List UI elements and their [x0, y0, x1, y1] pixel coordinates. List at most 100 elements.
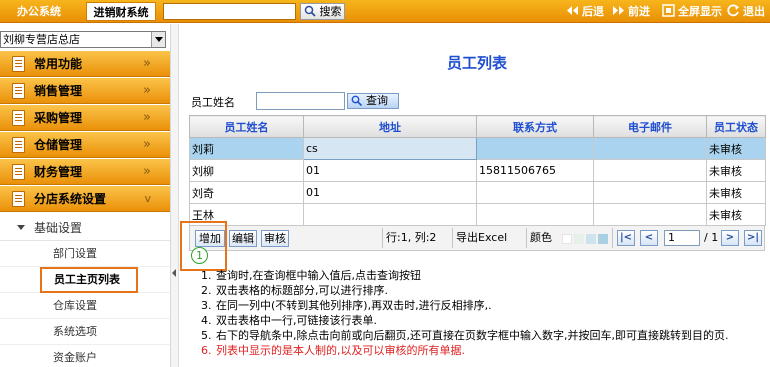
sidebar-item-sales[interactable]: 销售管理 » [0, 78, 170, 104]
export-excel-button[interactable]: 导出Excel [456, 226, 507, 250]
toolbar-divider [526, 228, 527, 248]
table-cell[interactable] [593, 159, 707, 182]
color-swatch-white[interactable] [562, 234, 572, 244]
sidebar-item-purchase[interactable]: 采购管理 » [0, 105, 170, 131]
table-cell[interactable] [593, 181, 707, 204]
sidebar-item-common[interactable]: 常用功能 » [0, 51, 170, 77]
fullscreen-label: 全屏显示 [678, 5, 722, 18]
help-note: 4. 双击表格中一行,可链接该行表单. [201, 314, 377, 327]
help-notes: 1. 查询时,在查询框中输入值后,点击查询按钮 2. 双击表格的标题部分,可以进行排… [201, 268, 766, 358]
pager-prev-button[interactable]: < [640, 230, 658, 246]
chevron-down-icon: v [144, 192, 151, 205]
sidebar-item-finance[interactable]: 财务管理 » [0, 159, 170, 185]
search-input[interactable] [163, 3, 296, 20]
store-select[interactable]: 刘柳专营店总店 [0, 31, 166, 48]
table-cell[interactable]: 刘莉 [189, 137, 304, 160]
query-button[interactable]: 查询 [347, 93, 399, 109]
dropdown-arrow-icon[interactable] [151, 32, 165, 47]
employee-name-label: 员工姓名 [191, 96, 235, 109]
help-note: 1. 查询时,在查询框中输入值后,点击查询按钮 [201, 269, 421, 282]
table-cell[interactable]: 刘柳 [189, 159, 304, 182]
table-cell[interactable] [476, 137, 594, 160]
table-row[interactable]: 刘奇 01 未审核 [189, 181, 766, 204]
column-header-address[interactable]: 地址 [303, 115, 477, 138]
exit-button[interactable]: 退出 [727, 3, 765, 20]
collapse-left-icon [172, 269, 176, 277]
column-header-contact[interactable]: 联系方式 [476, 115, 594, 138]
query-button-label: 查询 [366, 94, 388, 107]
forward-label: 前进 [628, 5, 650, 18]
sidebar-item-branch-settings[interactable]: 分店系统设置 v [0, 186, 170, 212]
employee-table: 员工姓名 地址 联系方式 电子邮件 员工状态 刘莉 cs 未审核 刘柳 01 1… [189, 115, 766, 226]
table-cell[interactable]: 刘奇 [189, 181, 304, 204]
color-swatch-blue[interactable] [598, 234, 608, 244]
table-row[interactable]: 刘柳 01 15811506765 未审核 [189, 159, 766, 182]
pager-last-button[interactable]: >| [744, 230, 762, 246]
sidebar-collapse-handle[interactable] [171, 24, 179, 367]
sidebar-subitem-warehouse[interactable]: 仓库设置 [0, 293, 170, 319]
table-cell[interactable]: 未审核 [706, 203, 766, 226]
document-icon [12, 83, 25, 99]
table-cell[interactable]: 未审核 [706, 159, 766, 182]
table-cell[interactable] [303, 203, 477, 226]
sidebar-subitem-system-options[interactable]: 系统选项 [0, 319, 170, 345]
column-header-email[interactable]: 电子邮件 [593, 115, 707, 138]
page-title: 员工列表 [446, 54, 507, 72]
document-icon [12, 110, 25, 126]
sidebar-subitem-employee-list[interactable]: 员工主页列表 [40, 267, 138, 293]
back-button[interactable]: 后退 [566, 3, 604, 20]
help-note: 3. 在同一列中(不转到其他列排序),再双击时,进行反相排序,. [201, 299, 492, 312]
audit-button[interactable]: 审核 [261, 230, 289, 247]
sidebar-item-label: 仓储管理 [34, 138, 83, 152]
table-cell[interactable]: 01 [303, 181, 477, 204]
table-cell[interactable] [593, 203, 707, 226]
tab-sales-finance-system[interactable]: 进销财系统 [86, 2, 156, 21]
help-note: 5. 右下的导航条中,除点击向前或向后翻页,还可直接在页数字框中输入数字,并按回车… [201, 329, 729, 342]
toolbar-divider [382, 228, 383, 248]
sidebar-item-label: 销售管理 [34, 84, 83, 98]
table-cell[interactable]: 未审核 [706, 181, 766, 204]
document-icon [12, 56, 25, 72]
chevron-right-icon: » [143, 137, 151, 152]
table-cell[interactable]: 未审核 [706, 137, 766, 160]
tab-office-system[interactable]: 办公系统 [0, 2, 78, 21]
sidebar-group-basic-settings[interactable]: 基础设置 [0, 215, 170, 241]
table-cell[interactable] [476, 203, 594, 226]
edit-button[interactable]: 编辑 [229, 230, 257, 247]
table-cell[interactable] [593, 137, 707, 160]
employee-name-input[interactable] [256, 92, 345, 110]
table-header-row: 员工姓名 地址 联系方式 电子邮件 员工状态 [189, 115, 766, 138]
sidebar-subitem-fund-account[interactable]: 资金账户 [0, 345, 170, 367]
chevron-right-icon: » [143, 56, 151, 71]
pager-next-button[interactable]: > [721, 230, 739, 246]
sidebar-item-label: 财务管理 [34, 165, 83, 179]
exit-icon [727, 4, 739, 17]
search-button[interactable]: 搜索 [300, 3, 345, 20]
pager-first-button[interactable]: |< [617, 230, 635, 246]
forward-button[interactable]: 前进 [612, 3, 650, 20]
sidebar-item-warehouse[interactable]: 仓储管理 » [0, 132, 170, 158]
color-label: 颜色 [530, 231, 552, 244]
sidebar-subitem-department[interactable]: 部门设置 [0, 241, 170, 267]
document-icon [12, 191, 25, 207]
fullscreen-icon [662, 4, 675, 17]
toolbar-divider [612, 228, 613, 248]
table-row[interactable]: 王林 未审核 [189, 203, 766, 226]
add-button-highlight [180, 221, 227, 271]
table-cell[interactable]: 15811506765 [476, 159, 594, 182]
color-swatch-green[interactable] [574, 234, 584, 244]
table-cell[interactable] [476, 181, 594, 204]
sidebar-item-label: 常用功能 [34, 57, 83, 71]
page-number-input[interactable]: 1 [664, 230, 700, 246]
table-cell[interactable]: cs [303, 137, 477, 160]
color-swatch-lightblue[interactable] [586, 234, 596, 244]
sidebar-item-label: 采购管理 [34, 111, 83, 125]
toolbar-divider [452, 228, 453, 248]
column-header-status[interactable]: 员工状态 [706, 115, 766, 138]
forward-icon [613, 6, 624, 15]
table-cell[interactable]: 01 [303, 159, 477, 182]
column-header-name[interactable]: 员工姓名 [189, 115, 304, 138]
help-note: 2. 双击表格的标题部分,可以进行排序. [201, 284, 388, 297]
table-row[interactable]: 刘莉 cs 未审核 [189, 137, 766, 160]
fullscreen-button[interactable]: 全屏显示 [662, 3, 722, 20]
